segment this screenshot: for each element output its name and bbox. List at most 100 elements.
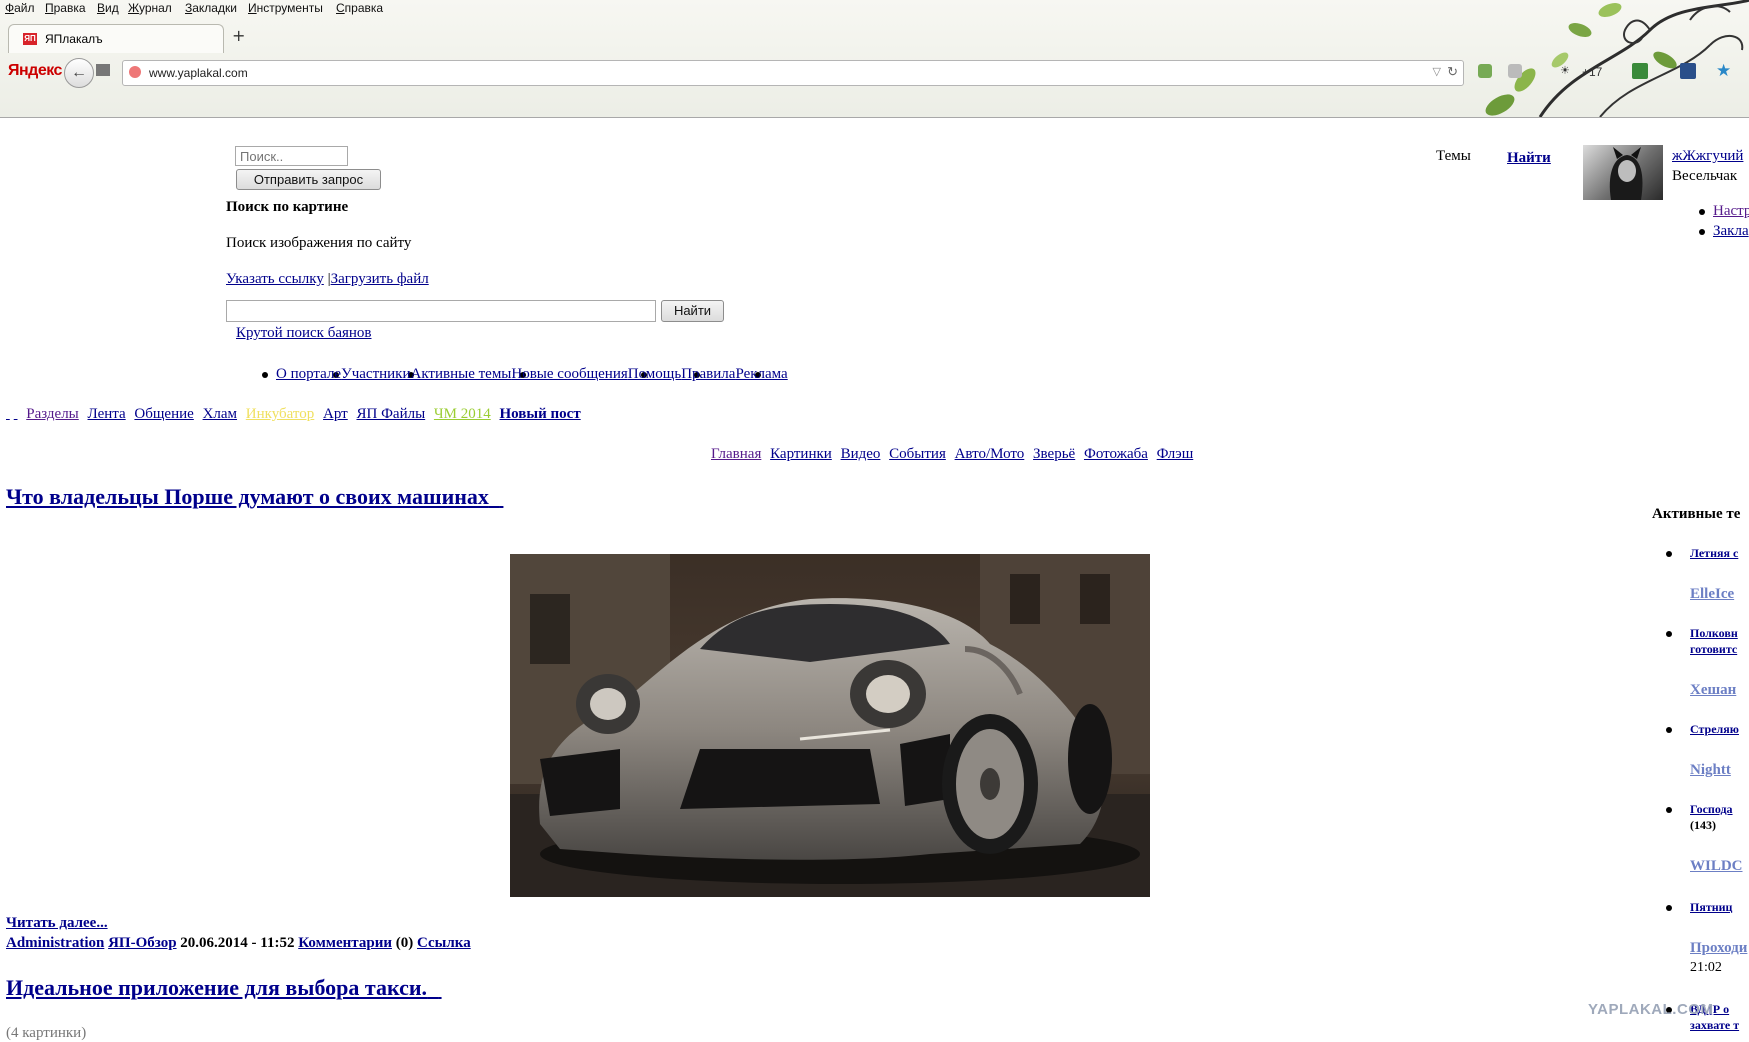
category-video[interactable]: Видео bbox=[841, 446, 881, 462]
active-topic-link[interactable]: Пятниц bbox=[1690, 900, 1732, 915]
article-title[interactable]: Идеальное приложение для выбора такси. bbox=[6, 975, 442, 1001]
reload-icon[interactable]: ↻ bbox=[1447, 64, 1458, 80]
topic-user-link[interactable]: WILDC bbox=[1690, 858, 1743, 875]
category-pictures[interactable]: Картинки bbox=[770, 446, 832, 462]
active-topic-link[interactable]: Стреляю bbox=[1690, 722, 1739, 737]
tab-title: ЯПлакалъ bbox=[45, 32, 103, 46]
portal-link-new-messages[interactable]: Новые сообщения bbox=[511, 366, 627, 382]
nav-world-cup[interactable]: ЧМ 2014 bbox=[434, 406, 491, 422]
nav-spacer-link[interactable] bbox=[14, 406, 18, 422]
yandex-logo[interactable]: Яндекс bbox=[8, 62, 62, 80]
user-settings-link[interactable]: Настр bbox=[1713, 203, 1749, 220]
extension-icon[interactable] bbox=[1632, 63, 1648, 79]
main-navigation: Разделы Лента Общение Хлам Инкубатор Арт… bbox=[6, 406, 586, 423]
list-bullet bbox=[1699, 229, 1705, 235]
topic-user-link[interactable]: Проходи bbox=[1690, 940, 1747, 957]
image-search-find-button[interactable]: Найти bbox=[661, 300, 724, 322]
active-topic-link-cont[interactable]: захвате т bbox=[1690, 1018, 1739, 1033]
user-avatar[interactable] bbox=[1583, 145, 1663, 200]
list-bullet bbox=[1666, 727, 1672, 733]
bayan-search-link[interactable]: Крутой поиск баянов bbox=[236, 325, 372, 342]
nav-files[interactable]: ЯП Файлы bbox=[356, 406, 425, 422]
portal-link-about[interactable]: О портале bbox=[276, 366, 341, 382]
nav-art[interactable]: Арт bbox=[323, 406, 348, 422]
extension-icon[interactable] bbox=[1508, 64, 1522, 78]
user-bookmarks-link[interactable]: Закла bbox=[1713, 223, 1749, 240]
list-bullet bbox=[1666, 551, 1672, 557]
chevron-down-icon[interactable]: ▽ bbox=[1433, 65, 1441, 78]
portal-link-ads[interactable]: Реклама bbox=[735, 366, 787, 382]
category-auto-moto[interactable]: Авто/Мото bbox=[955, 446, 1025, 462]
search-submit-button[interactable]: Отправить запрос bbox=[236, 169, 381, 190]
comments-link[interactable]: Комментарии bbox=[298, 935, 392, 951]
back-button[interactable]: ← bbox=[64, 58, 94, 88]
list-bullet bbox=[262, 372, 268, 378]
permalink[interactable]: Ссылка bbox=[417, 935, 471, 951]
url-text: www.yaplakal.com bbox=[149, 66, 248, 80]
notification-count[interactable]: +17 bbox=[1582, 65, 1602, 79]
menu-help[interactable]: Справка bbox=[336, 1, 383, 15]
extension-icon[interactable] bbox=[1680, 63, 1696, 79]
active-topic-link[interactable]: Господа bbox=[1690, 802, 1733, 817]
category-main[interactable]: Главная bbox=[711, 446, 761, 462]
nav-chat[interactable]: Общение bbox=[134, 406, 193, 422]
browser-chrome: Файл Правка Вид Журнал Закладки Инструме… bbox=[0, 0, 1749, 118]
menu-file[interactable]: Файл bbox=[5, 1, 35, 15]
article-subtitle: (4 картинки) bbox=[6, 1025, 87, 1041]
image-search-title: Поиск по картине bbox=[226, 199, 349, 215]
topic-reply-count: (143) bbox=[1690, 818, 1716, 832]
active-topic-link[interactable]: Полковн bbox=[1690, 626, 1738, 641]
category-events[interactable]: События bbox=[889, 446, 946, 462]
menu-view[interactable]: Вид bbox=[97, 1, 119, 15]
image-url-input[interactable] bbox=[226, 300, 656, 322]
portal-link-active-topics[interactable]: Активные темы bbox=[411, 366, 512, 382]
new-tab-button[interactable]: + bbox=[232, 26, 245, 45]
read-more-link[interactable]: Читать далее... bbox=[6, 915, 108, 932]
portal-link-members[interactable]: Участники bbox=[341, 366, 410, 382]
topic-user-link[interactable]: Хешан bbox=[1690, 682, 1736, 699]
author-link[interactable]: Administration bbox=[6, 935, 104, 951]
topic-user-link[interactable]: Nightt bbox=[1690, 762, 1731, 779]
menu-history[interactable]: Журнал bbox=[128, 1, 172, 15]
site-identity-icon[interactable] bbox=[129, 66, 141, 78]
specify-url-link[interactable]: Указать ссылку bbox=[226, 271, 324, 287]
nav-spacer-link[interactable] bbox=[6, 406, 10, 422]
nav-incubator[interactable]: Инкубатор bbox=[246, 406, 315, 422]
avatar-portrait bbox=[1609, 147, 1643, 200]
active-topic-link[interactable]: Летняя с bbox=[1690, 546, 1738, 561]
history-list-icon[interactable] bbox=[96, 64, 110, 76]
nav-feed[interactable]: Лента bbox=[88, 406, 126, 422]
extension-icon[interactable] bbox=[1478, 64, 1492, 78]
bookmark-star-icon[interactable]: ★ bbox=[1716, 61, 1731, 81]
category-flash[interactable]: Флэш bbox=[1157, 446, 1194, 462]
menu-tools[interactable]: Инструменты bbox=[248, 1, 323, 15]
arrow-left-icon: ← bbox=[71, 64, 87, 81]
article-image-porsche[interactable] bbox=[510, 554, 1150, 897]
address-bar[interactable]: www.yaplakal.com ▽ ↻ bbox=[122, 60, 1464, 86]
nav-sections[interactable]: Разделы bbox=[26, 406, 79, 422]
category-animals[interactable]: Зверьё bbox=[1033, 446, 1075, 462]
username-link[interactable]: жЖжгучий bbox=[1672, 148, 1743, 165]
browser-tab[interactable]: ЯП ЯПлакалъ bbox=[8, 24, 224, 53]
active-topics-title: Активные те bbox=[1652, 506, 1741, 522]
section-link[interactable]: ЯП-Обзор bbox=[108, 935, 176, 951]
topic-user-link[interactable]: ElleIce bbox=[1690, 586, 1734, 603]
portal-link-rules[interactable]: Правила bbox=[681, 366, 735, 382]
site-watermark: YAPLAKAL.COM bbox=[1588, 1001, 1714, 1018]
list-bullet bbox=[1666, 905, 1672, 911]
menu-edit[interactable]: Правка bbox=[45, 1, 86, 15]
category-navigation: Главная Картинки Видео События Авто/Мото… bbox=[711, 446, 1198, 463]
list-bullet bbox=[1666, 631, 1672, 637]
find-link[interactable]: Найти bbox=[1507, 150, 1551, 167]
active-topic-link-cont[interactable]: готовитс bbox=[1690, 642, 1737, 657]
nav-junk[interactable]: Хлам bbox=[203, 406, 237, 422]
category-photoshop[interactable]: Фотожаба bbox=[1084, 446, 1148, 462]
nav-new-post[interactable]: Новый пост bbox=[500, 406, 581, 422]
site-favicon: ЯП bbox=[23, 33, 37, 45]
portal-link-help[interactable]: Помощь bbox=[628, 366, 681, 382]
upload-file-link[interactable]: Загрузить файл bbox=[331, 271, 429, 287]
search-input[interactable] bbox=[235, 146, 348, 166]
article-title[interactable]: Что владельцы Порше думают о своих машин… bbox=[6, 484, 503, 510]
weather-icon[interactable]: ☀ bbox=[1560, 64, 1570, 77]
menu-bookmarks[interactable]: Закладки bbox=[185, 1, 237, 15]
